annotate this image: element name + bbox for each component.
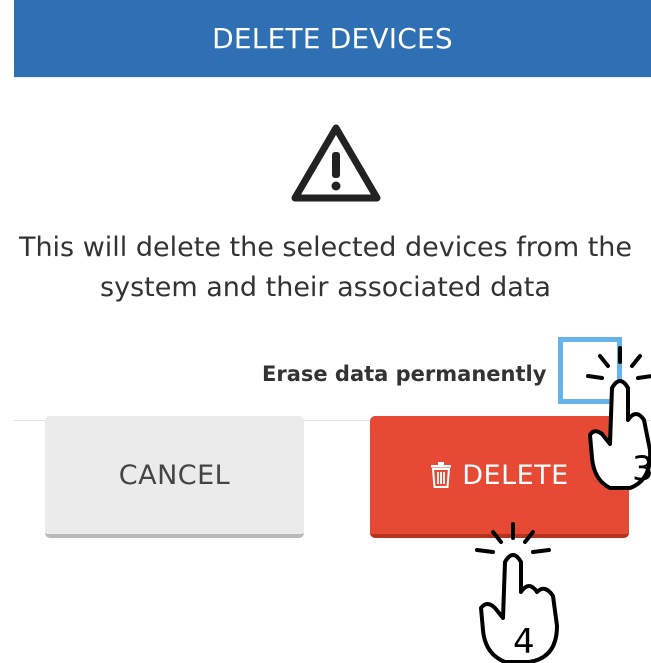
tap-hand-icon-step-4: 4	[475, 522, 559, 663]
step-3-label: 3	[632, 449, 651, 489]
confirmation-message: This will delete the selected devices fr…	[0, 228, 651, 308]
erase-data-label: Erase data permanently	[262, 362, 547, 386]
message-line-1: This will delete the selected devices fr…	[18, 232, 633, 263]
dialog-title: DELETE DEVICES	[212, 22, 453, 55]
message-line-2: system and their associated data	[100, 272, 551, 303]
tap-hand-icon-step-3: 3	[586, 346, 651, 490]
dialog-header: DELETE DEVICES	[14, 0, 651, 77]
delete-button-label: DELETE	[462, 459, 569, 491]
cancel-button-label: CANCEL	[118, 459, 231, 491]
step-4-label: 4	[513, 622, 535, 662]
cancel-button[interactable]: CANCEL	[45, 416, 304, 538]
warning-triangle-icon	[291, 124, 381, 202]
trash-icon	[431, 462, 452, 488]
